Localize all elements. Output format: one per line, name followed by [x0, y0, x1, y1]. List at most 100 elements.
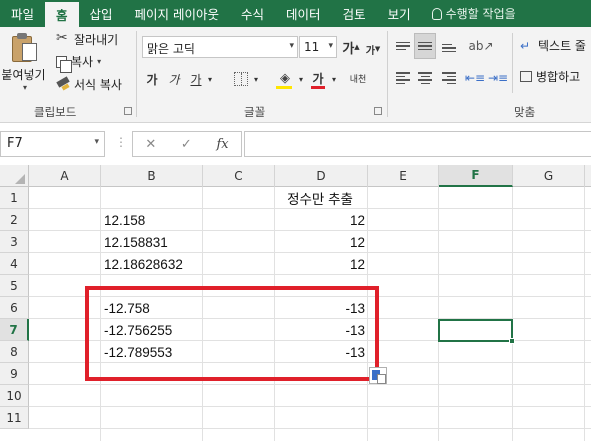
insert-function-icon[interactable]: fx — [216, 137, 228, 152]
font-size-select[interactable]: 11 ▾ — [299, 36, 337, 58]
align-center-button[interactable] — [416, 69, 434, 87]
cell-B4[interactable]: 12.18628632 — [101, 253, 211, 275]
chevron-down-icon: ▾ — [97, 57, 102, 66]
column-header-E[interactable]: E — [368, 165, 439, 187]
tab-page-layout[interactable]: 페이지 레이아웃 — [124, 0, 230, 27]
column-header-C[interactable]: C — [203, 165, 275, 187]
underline-button[interactable]: 가 — [188, 69, 204, 89]
borders-button[interactable] — [232, 70, 250, 88]
cell-B3[interactable]: 12.158831 — [101, 231, 203, 253]
worksheet-grid: A B C D E F G 1 2 3 4 5 6 7 8 9 10 11 정수… — [0, 165, 591, 441]
tab-formulas[interactable]: 수식 — [230, 0, 275, 27]
tab-review[interactable]: 검토 — [332, 0, 377, 27]
decrease-indent-button[interactable]: ⇤≡ — [464, 69, 486, 87]
cell-B2[interactable]: 12.158 — [101, 209, 203, 231]
chevron-down-icon[interactable]: ▾ — [251, 71, 261, 87]
row-header-4[interactable]: 4 — [0, 253, 29, 275]
cell-D4[interactable]: 12 — [275, 253, 368, 275]
font-group-label: 글꼴 — [244, 105, 266, 119]
select-all-button[interactable] — [0, 165, 29, 187]
paste-label: 붙여넣기 — [1, 68, 46, 82]
enter-icon[interactable]: ✓ — [181, 137, 192, 152]
chevron-down-icon[interactable]: ▾ — [205, 71, 215, 87]
ribbon-tab-bar: 파일 홈 삽입 페이지 레이아웃 수식 데이터 검토 보기 수행할 작업을 — [0, 0, 591, 27]
tell-me-text: 수행할 작업을 — [445, 7, 516, 21]
row-header-10[interactable]: 10 — [0, 385, 29, 407]
tab-home[interactable]: 홈 — [45, 0, 79, 27]
align-right-icon — [442, 72, 456, 84]
paste-options-icon[interactable] — [369, 367, 387, 384]
column-header-D[interactable]: D — [275, 165, 368, 187]
ribbon-home: 붙여넣기 ▾ 잘라내기 복사 ▾ 서식 복사 클립보드 맑은 고딕 ▾ 11 ▾… — [0, 27, 591, 123]
borders-icon — [234, 72, 248, 86]
align-bottom-icon — [442, 43, 456, 53]
scissors-icon — [56, 30, 70, 47]
cell-D2[interactable]: 12 — [275, 209, 368, 231]
column-header-row: A B C D E F G — [0, 165, 591, 187]
phonetic-guide-button[interactable]: 내천 — [344, 69, 372, 91]
tab-insert[interactable]: 삽입 — [79, 0, 124, 27]
shrink-font-button[interactable]: 가 ▼ — [364, 39, 382, 59]
highlight-box — [85, 286, 379, 381]
fill-handle[interactable] — [509, 338, 515, 344]
column-header-G[interactable]: G — [513, 165, 585, 187]
row-header-11[interactable]: 11 — [0, 407, 29, 429]
row-header-7[interactable]: 7 — [0, 319, 29, 341]
formula-bar: F7 ▾ ⋮ ✕ ✓ fx — [0, 123, 591, 165]
row-header-2[interactable]: 2 — [0, 209, 29, 231]
align-right-button[interactable] — [440, 69, 458, 87]
formula-input[interactable] — [244, 131, 591, 157]
fill-color-button[interactable]: ◈ — [276, 67, 294, 89]
dialog-launcher-icon[interactable] — [124, 107, 132, 115]
tab-file[interactable]: 파일 — [0, 0, 45, 27]
clipboard-group-label: 클립보드 — [34, 105, 77, 119]
orientation-button[interactable]: ab↗ — [468, 35, 494, 57]
column-header-B[interactable]: B — [101, 165, 203, 187]
chevron-down-icon[interactable]: ▾ — [329, 71, 339, 87]
align-left-icon — [396, 72, 410, 84]
row-header-5[interactable]: 5 — [0, 275, 29, 297]
copy-button[interactable]: 복사 ▾ — [56, 53, 102, 73]
font-name-select[interactable]: 맑은 고딕 ▾ — [142, 36, 298, 58]
tab-view[interactable]: 보기 — [377, 0, 422, 27]
align-middle-button[interactable] — [414, 33, 436, 59]
column-header-F[interactable]: F — [439, 165, 513, 187]
row-header-6[interactable]: 6 — [0, 297, 29, 319]
decrease-indent-icon: ⇤≡ — [464, 71, 486, 85]
formula-buttons: ✕ ✓ fx — [132, 131, 242, 157]
cut-label: 잘라내기 — [74, 33, 119, 47]
column-header-A[interactable]: A — [29, 165, 101, 187]
row-header-3[interactable]: 3 — [0, 231, 29, 253]
tell-me-search[interactable]: 수행할 작업을 — [422, 0, 516, 27]
tab-data[interactable]: 데이터 — [275, 0, 332, 27]
wrap-text-button[interactable]: ↵ 텍스트 줄 — [520, 37, 586, 54]
grow-font-button[interactable]: 가 ▲ — [342, 37, 360, 57]
italic-button[interactable]: 가 — [166, 69, 182, 89]
resize-handle-icon[interactable]: ⋮ — [115, 135, 127, 149]
cell-D3[interactable]: 12 — [275, 231, 368, 253]
chevron-down-icon: ▾ — [22, 83, 27, 92]
row-header-1[interactable]: 1 — [0, 187, 29, 209]
merge-cells-icon — [520, 71, 532, 82]
chevron-down-icon: ▾ — [94, 137, 99, 147]
font-color-button[interactable]: 가 — [309, 67, 327, 89]
chevron-down-icon[interactable]: ▾ — [296, 71, 306, 87]
cell-D1[interactable]: 정수만 추출 — [270, 187, 370, 209]
align-bottom-button[interactable] — [440, 39, 458, 57]
row-header-9[interactable]: 9 — [0, 363, 29, 385]
paste-button[interactable]: 붙여넣기 ▾ — [1, 31, 46, 95]
align-top-button[interactable] — [394, 37, 412, 55]
active-cell-F7[interactable] — [438, 319, 513, 342]
cancel-icon[interactable]: ✕ — [145, 137, 156, 152]
format-painter-button[interactable]: 서식 복사 — [56, 76, 122, 93]
bold-button[interactable]: 가 — [144, 69, 160, 89]
dialog-launcher-icon[interactable] — [374, 107, 382, 115]
name-box[interactable]: F7 ▾ — [0, 131, 105, 157]
increase-indent-button[interactable]: ⇥≡ — [487, 69, 509, 87]
increase-indent-icon: ⇥≡ — [487, 71, 509, 85]
align-left-button[interactable] — [394, 69, 412, 87]
align-center-icon — [418, 72, 432, 84]
merge-center-button[interactable]: 병합하고 — [520, 68, 580, 85]
cut-button[interactable]: 잘라내기 — [56, 30, 119, 48]
row-header-8[interactable]: 8 — [0, 341, 29, 363]
